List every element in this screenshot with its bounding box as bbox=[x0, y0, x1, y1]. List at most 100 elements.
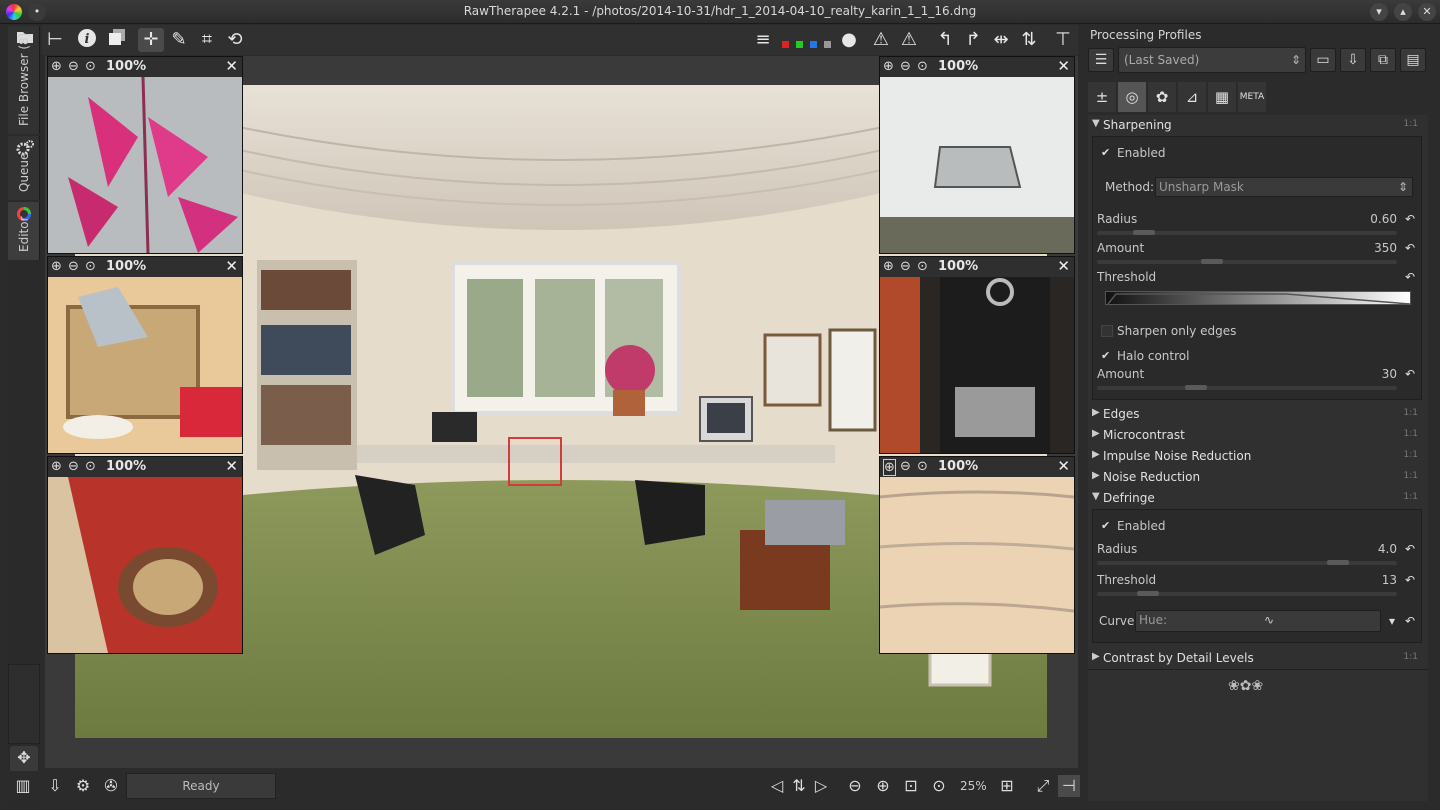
tab-transform-icon[interactable]: ⊿ bbox=[1178, 82, 1206, 112]
amount-slider[interactable] bbox=[1097, 259, 1397, 264]
zoom-in-icon[interactable]: ⊕ bbox=[51, 459, 62, 474]
reset-icon[interactable]: ↶ bbox=[1405, 614, 1415, 628]
reset-icon[interactable]: ↶ bbox=[1405, 270, 1415, 284]
detail-window-6[interactable]: ⊕ ⊖ ⊙ 100% ✕ bbox=[879, 456, 1075, 654]
paste-profile-icon[interactable]: ▤ bbox=[1400, 48, 1426, 72]
sync-images-icon[interactable]: ⇅ bbox=[788, 775, 810, 797]
luminance-channel-icon[interactable] bbox=[824, 41, 831, 48]
flip-horizontal-icon[interactable]: ⇹ bbox=[988, 28, 1014, 52]
hide-panel-top-icon[interactable]: ⊤ bbox=[1050, 28, 1076, 52]
slider-knob[interactable] bbox=[1201, 259, 1223, 264]
new-detail-window-icon[interactable]: ⊞ bbox=[996, 775, 1018, 797]
info-icon[interactable]: i bbox=[74, 28, 100, 52]
tab-detail-icon[interactable]: ◎ bbox=[1118, 82, 1146, 112]
reset-icon[interactable]: ↶ bbox=[1405, 367, 1415, 381]
zoom-out-icon[interactable]: ⊖ bbox=[68, 459, 79, 474]
detail-window-4[interactable]: ⊕ ⊖ ⊙ 100% ✕ bbox=[879, 56, 1075, 254]
detail-window-3[interactable]: ⊕ ⊖ ⊙ 100% ✕ bbox=[47, 456, 243, 654]
next-image-icon[interactable]: ▷ bbox=[810, 775, 832, 797]
shadow-clipping-icon[interactable]: ⚠ bbox=[868, 28, 894, 52]
preview-modes-icon[interactable]: ≡ bbox=[750, 28, 776, 52]
profile-select[interactable]: (Last Saved) ⇕ bbox=[1118, 47, 1306, 73]
section-cbdl-header[interactable]: ▶ Contrast by Detail Levels 1:1 bbox=[1088, 648, 1428, 668]
fullscreen-icon[interactable]: ⤢ bbox=[1032, 775, 1054, 797]
tab-editor[interactable]: Editor bbox=[8, 202, 40, 260]
close-window-button[interactable]: ✕ bbox=[1418, 3, 1436, 21]
curve-select[interactable]: Hue: ∿ bbox=[1135, 610, 1381, 632]
threshold-selector[interactable] bbox=[1105, 291, 1411, 305]
histogram-panel-icon[interactable]: ▥ bbox=[12, 775, 34, 797]
detail-close-button[interactable]: ✕ bbox=[225, 257, 238, 275]
curve-dropdown-icon[interactable]: ▾ bbox=[1389, 614, 1395, 628]
zoom-out-button[interactable]: ⊖ bbox=[844, 775, 866, 797]
zoom-100-button[interactable]: ⊙ bbox=[928, 775, 950, 797]
section-microcontrast-header[interactable]: ▶ Microcontrast 1:1 bbox=[1088, 425, 1428, 445]
straighten-tool-icon[interactable]: ⟲ bbox=[222, 28, 248, 52]
sharpening-enabled-checkbox[interactable]: ✔ bbox=[1101, 147, 1113, 159]
flip-vertical-icon[interactable]: ⇅ bbox=[1016, 28, 1042, 52]
tab-metadata-icon[interactable]: META bbox=[1238, 82, 1266, 112]
sharpen-only-edges-checkbox[interactable] bbox=[1101, 325, 1113, 337]
hand-tool-icon[interactable]: ✛ bbox=[138, 28, 164, 52]
detail-close-button[interactable]: ✕ bbox=[225, 457, 238, 475]
detail-window-2[interactable]: ⊕ ⊖ ⊙ 100% ✕ bbox=[47, 256, 243, 454]
white-balance-picker-icon[interactable]: ✎ bbox=[166, 28, 192, 52]
copy-profile-icon[interactable]: ⧉ bbox=[1370, 48, 1396, 72]
rotate-left-icon[interactable]: ↰ bbox=[932, 28, 958, 52]
red-channel-icon[interactable] bbox=[782, 41, 789, 48]
focus-mask-icon[interactable]: ● bbox=[836, 28, 862, 52]
zoom-out-icon[interactable]: ⊖ bbox=[68, 259, 79, 274]
slider-knob[interactable] bbox=[1185, 385, 1207, 390]
tab-file-browser[interactable]: File Browser (8) bbox=[8, 26, 40, 134]
method-select[interactable]: Unsharp Mask ⇕ bbox=[1155, 177, 1413, 197]
zoom-100-icon[interactable]: ⊙ bbox=[917, 459, 928, 474]
reset-icon[interactable]: ↶ bbox=[1405, 573, 1415, 587]
section-sharpening-header[interactable]: ▼ Sharpening 1:1 bbox=[1088, 115, 1428, 135]
highlight-clipping-icon[interactable]: ⚠ bbox=[896, 28, 922, 52]
tab-raw-icon[interactable]: ▦ bbox=[1208, 82, 1236, 112]
defringe-enabled-checkbox[interactable]: ✔ bbox=[1101, 520, 1113, 532]
tab-exposure-icon[interactable]: ± bbox=[1088, 82, 1116, 112]
blue-channel-icon[interactable] bbox=[810, 41, 817, 48]
previous-image-icon[interactable]: ◁ bbox=[766, 775, 788, 797]
maximize-button[interactable]: ▴ bbox=[1394, 3, 1412, 21]
zoom-in-icon[interactable]: ⊕ bbox=[883, 59, 894, 74]
zoom-100-icon[interactable]: ⊙ bbox=[85, 59, 96, 74]
detail-window-5[interactable]: ⊕ ⊖ ⊙ 100% ✕ bbox=[879, 256, 1075, 454]
detail-close-button[interactable]: ✕ bbox=[1057, 457, 1070, 475]
zoom-in-button[interactable]: ⊕ bbox=[872, 775, 894, 797]
zoom-in-icon[interactable]: ⊕ bbox=[883, 259, 894, 274]
slider-knob[interactable] bbox=[1327, 560, 1349, 565]
tab-color-icon[interactable]: ✿ bbox=[1148, 82, 1176, 112]
zoom-100-icon[interactable]: ⊙ bbox=[85, 259, 96, 274]
save-image-icon[interactable]: ⇩ bbox=[44, 775, 66, 797]
slider-knob[interactable] bbox=[1137, 591, 1159, 596]
save-profile-icon[interactable]: ⇩ bbox=[1340, 48, 1366, 72]
profile-list-icon[interactable]: ☰ bbox=[1088, 48, 1114, 72]
zoom-in-icon[interactable]: ⊕ bbox=[883, 459, 896, 476]
queue-add-icon[interactable]: ⚙ bbox=[72, 775, 94, 797]
section-defringe-header[interactable]: ▼ Defringe 1:1 bbox=[1088, 488, 1428, 508]
rotate-right-icon[interactable]: ↱ bbox=[960, 28, 986, 52]
detail-close-button[interactable]: ✕ bbox=[225, 57, 238, 75]
halo-amount-slider[interactable] bbox=[1097, 385, 1397, 390]
reset-icon[interactable]: ↶ bbox=[1405, 212, 1415, 226]
crop-tool-icon[interactable]: ⌗ bbox=[194, 28, 220, 52]
defringe-threshold-slider[interactable] bbox=[1097, 591, 1397, 596]
slider-knob[interactable] bbox=[1133, 230, 1155, 235]
halo-control-checkbox[interactable]: ✔ bbox=[1101, 350, 1113, 362]
defringe-radius-slider[interactable] bbox=[1097, 560, 1397, 565]
hide-history-icon[interactable]: ⊢ bbox=[42, 28, 68, 52]
zoom-100-icon[interactable]: ⊙ bbox=[917, 259, 928, 274]
zoom-100-icon[interactable]: ⊙ bbox=[917, 59, 928, 74]
section-noise-reduction-header[interactable]: ▶ Noise Reduction 1:1 bbox=[1088, 467, 1428, 487]
minimize-button[interactable]: ▾ bbox=[1370, 3, 1388, 21]
zoom-out-icon[interactable]: ⊖ bbox=[68, 59, 79, 74]
zoom-out-icon[interactable]: ⊖ bbox=[900, 59, 911, 74]
detail-close-button[interactable]: ✕ bbox=[1057, 257, 1070, 275]
reset-icon[interactable]: ↶ bbox=[1405, 542, 1415, 556]
navigator-move-icon[interactable]: ✥ bbox=[10, 746, 38, 772]
external-editor-icon[interactable]: ✇ bbox=[100, 775, 122, 797]
section-impulse-noise-header[interactable]: ▶ Impulse Noise Reduction 1:1 bbox=[1088, 446, 1428, 466]
zoom-in-icon[interactable]: ⊕ bbox=[51, 259, 62, 274]
